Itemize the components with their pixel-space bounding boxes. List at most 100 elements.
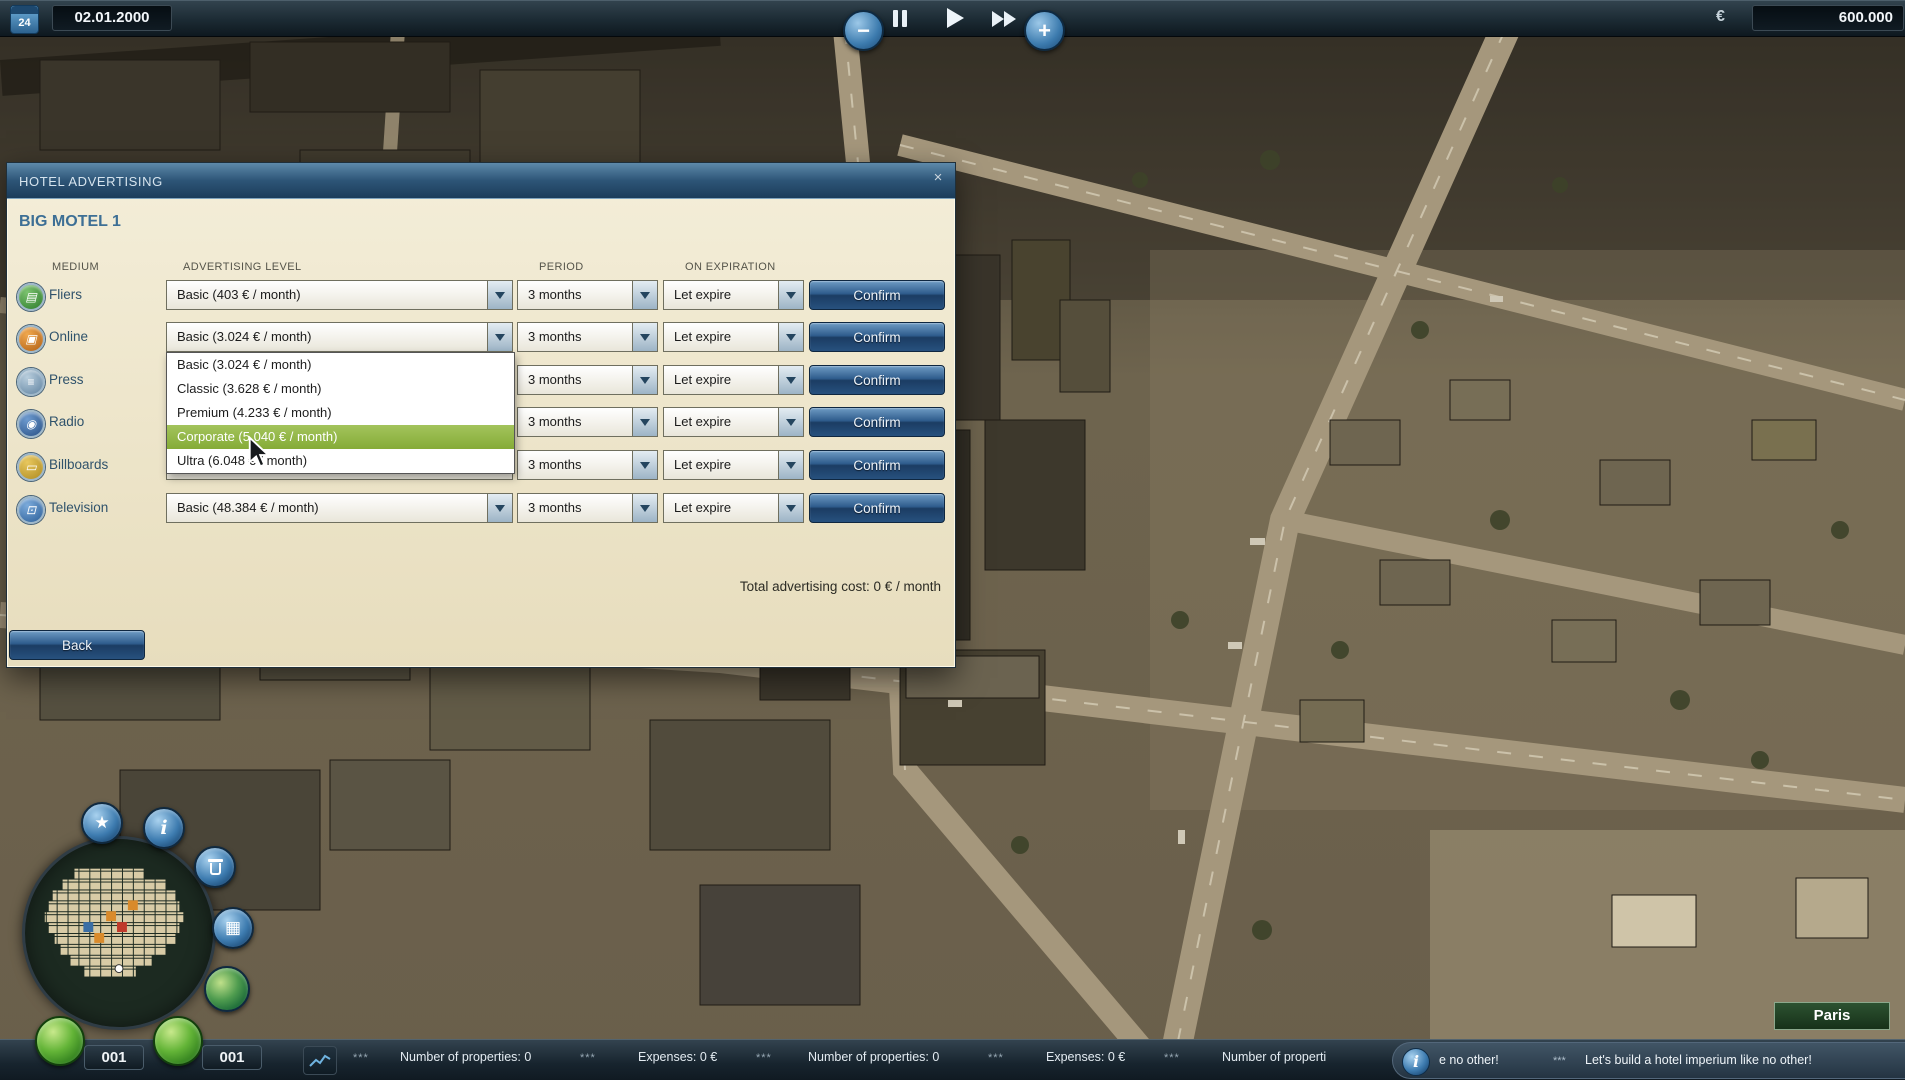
close-icon[interactable]: × <box>929 169 947 187</box>
separator: *** <box>1164 1052 1180 1064</box>
expiration-dropdown[interactable]: Let expire <box>663 322 804 352</box>
medium-label: Online <box>49 322 88 352</box>
television-icon: ⊡ <box>17 496 45 524</box>
play-button[interactable] <box>947 8 964 28</box>
zoom-out-button[interactable]: − <box>843 10 884 51</box>
period-dropdown[interactable]: 3 months <box>517 493 658 523</box>
confirm-button[interactable]: Confirm <box>809 365 945 395</box>
confirm-button[interactable]: Confirm <box>809 322 945 352</box>
top-bar: 24 02.01.2000 − + € 600.000 <box>0 0 1905 37</box>
news-ticker: i e no other! *** Let's build a hotel im… <box>1392 1042 1905 1079</box>
fast-forward-button[interactable] <box>992 11 1016 27</box>
press-icon: ≡ <box>17 368 45 396</box>
column-header-period: PERIOD <box>539 261 584 273</box>
dropdown-value: 3 months <box>528 281 629 309</box>
mouse-cursor <box>246 436 272 468</box>
online-glyph: ▣ <box>25 332 36 346</box>
ticker-message: Let's build a hotel imperium like no oth… <box>1585 1053 1812 1067</box>
favorites-star-button[interactable]: ★ <box>81 802 123 844</box>
period-dropdown[interactable]: 3 months <box>517 450 658 480</box>
chevron-down-icon[interactable] <box>778 323 803 351</box>
medium-label: Television <box>49 493 108 523</box>
advertising-level-dropdown[interactable]: Basic (48.384 € / month) <box>166 493 513 523</box>
period-dropdown[interactable]: 3 months <box>517 280 658 310</box>
chevron-down-icon[interactable] <box>778 494 803 522</box>
expiration-dropdown[interactable]: Let expire <box>663 365 804 395</box>
chevron-down-icon[interactable] <box>487 494 512 522</box>
advertising-level-dropdown-open[interactable]: Basic (3.024 € / month) <box>166 322 513 352</box>
separator: *** <box>353 1052 369 1064</box>
option-classic[interactable]: Classic (3.628 € / month) <box>167 377 514 401</box>
option-ultra[interactable]: Ultra (6.048 € / month) <box>167 449 514 473</box>
chevron-down-icon[interactable] <box>778 366 803 394</box>
expiration-dropdown[interactable]: Let expire <box>663 407 804 437</box>
dropdown-value: 3 months <box>528 408 629 436</box>
chevron-down-icon[interactable] <box>632 451 657 479</box>
fliers-glyph: ▤ <box>25 290 36 304</box>
pause-button[interactable] <box>893 10 907 27</box>
status-properties-3-clipped: Number of properti <box>1222 1050 1326 1064</box>
grid-view-button[interactable]: ▦ <box>212 907 254 949</box>
option-basic[interactable]: Basic (3.024 € / month) <box>167 353 514 377</box>
chevron-down-icon[interactable] <box>632 494 657 522</box>
option-corporate-highlighted[interactable]: Corporate (5.040 € / month) <box>167 425 514 449</box>
chevron-down-icon[interactable] <box>632 408 657 436</box>
advertising-level-option-list: Basic (3.024 € / month) Classic (3.628 €… <box>166 352 515 474</box>
chevron-down-icon[interactable] <box>632 366 657 394</box>
chevron-down-icon[interactable] <box>632 281 657 309</box>
dropdown-value: Let expire <box>674 323 775 351</box>
dropdown-value: Let expire <box>674 408 775 436</box>
news-info-icon: i <box>1402 1048 1430 1076</box>
chevron-down-icon[interactable] <box>778 451 803 479</box>
chevron-down-icon[interactable] <box>632 323 657 351</box>
billboards-glyph: ▭ <box>25 460 36 474</box>
chevron-down-icon[interactable] <box>487 281 512 309</box>
world-map-button[interactable] <box>204 966 250 1012</box>
counter-badge-left: 001 <box>84 1045 144 1070</box>
press-glyph: ≡ <box>27 375 34 389</box>
star-icon: ★ <box>94 813 109 833</box>
medium-label: Billboards <box>49 450 108 480</box>
confirm-button[interactable]: Confirm <box>809 450 945 480</box>
television-glyph: ⊡ <box>26 503 36 517</box>
confirm-button[interactable]: Confirm <box>809 493 945 523</box>
chevron-down-icon[interactable] <box>778 281 803 309</box>
confirm-button[interactable]: Confirm <box>809 280 945 310</box>
period-dropdown[interactable]: 3 months <box>517 365 658 395</box>
separator: *** <box>988 1052 1004 1064</box>
expiration-dropdown[interactable]: Let expire <box>663 450 804 480</box>
zoom-in-button[interactable]: + <box>1024 10 1065 51</box>
back-button[interactable]: Back <box>9 630 145 660</box>
date-display: 02.01.2000 <box>52 5 172 31</box>
dropdown-value: Basic (403 € / month) <box>177 281 484 309</box>
dropdown-value: 3 months <box>528 366 629 394</box>
green-badge-button-right[interactable] <box>153 1016 203 1066</box>
expiration-dropdown[interactable]: Let expire <box>663 280 804 310</box>
dropdown-value: Basic (3.024 € / month) <box>177 323 484 351</box>
expiration-dropdown[interactable]: Let expire <box>663 493 804 523</box>
confirm-button[interactable]: Confirm <box>809 407 945 437</box>
advertising-level-dropdown[interactable]: Basic (403 € / month) <box>166 280 513 310</box>
total-advertising-cost: Total advertising cost: 0 € / month <box>740 579 941 594</box>
option-premium[interactable]: Premium (4.233 € / month) <box>167 401 514 425</box>
demolish-button[interactable] <box>194 846 236 888</box>
period-dropdown[interactable]: 3 months <box>517 322 658 352</box>
minimap-grid <box>25 839 213 1027</box>
hotel-advertising-dialog: HOTEL ADVERTISING × BIG MOTEL 1 MEDIUM A… <box>6 162 956 668</box>
period-dropdown[interactable]: 3 months <box>517 407 658 437</box>
currency-symbol: € <box>1716 8 1725 26</box>
chevron-down-icon[interactable] <box>778 408 803 436</box>
dialog-title: HOTEL ADVERTISING <box>19 174 163 189</box>
medium-label: Press <box>49 365 84 395</box>
hotel-name: BIG MOTEL 1 <box>19 213 121 231</box>
minimap[interactable] <box>22 836 216 1030</box>
chart-line-icon <box>309 1053 331 1069</box>
statistics-button[interactable] <box>303 1046 337 1075</box>
dropdown-value: 3 months <box>528 323 629 351</box>
chevron-down-icon[interactable] <box>487 323 512 351</box>
radio-glyph: ◉ <box>26 417 36 431</box>
info-button[interactable]: i <box>143 807 185 849</box>
dropdown-value: Basic (48.384 € / month) <box>177 494 484 522</box>
online-icon: ▣ <box>17 325 45 353</box>
green-badge-button-left[interactable] <box>35 1016 85 1066</box>
